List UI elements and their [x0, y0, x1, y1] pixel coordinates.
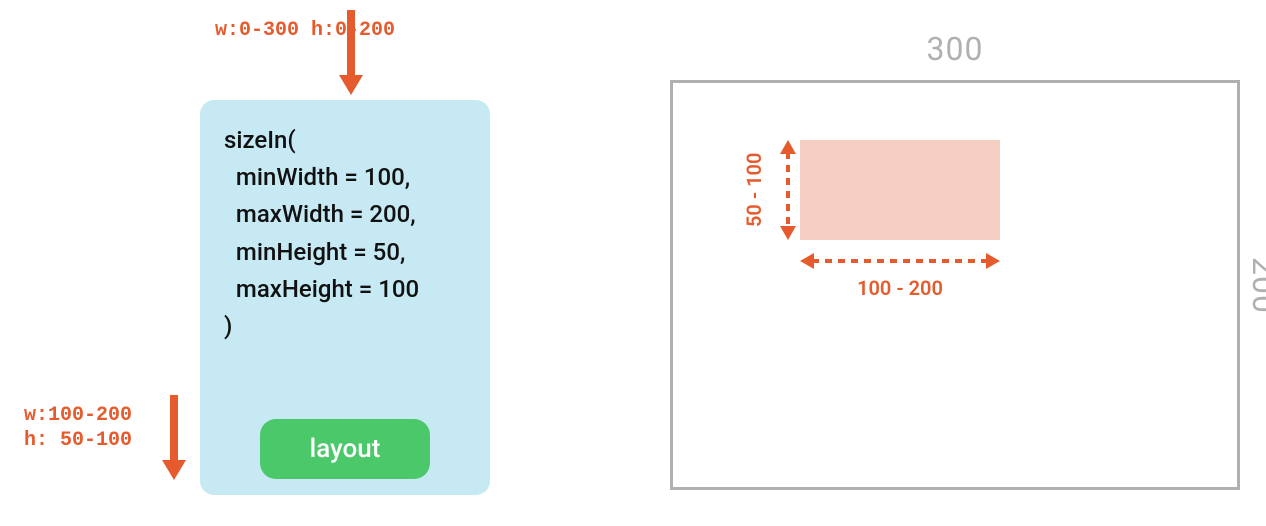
inner-size-box — [800, 140, 1000, 240]
outgoing-constraints-label: w:100-200 h: 50-100 — [24, 403, 132, 453]
incoming-constraints-label: w:0-300 h:0-200 — [215, 18, 395, 43]
outer-height-label: 200 — [1245, 80, 1266, 490]
double-arrow-vertical-icon — [778, 140, 798, 240]
double-arrow-horizontal-icon — [800, 251, 1000, 271]
layout-button[interactable]: layout — [260, 419, 430, 479]
outer-width-label: 300 — [670, 30, 1240, 68]
arrow-down-icon — [336, 10, 366, 95]
inner-height-range-label: 50 - 100 — [742, 140, 766, 240]
sizein-code-card: sizeIn( minWidth = 100, maxWidth = 200, … — [200, 100, 490, 495]
arrow-down-icon — [159, 395, 189, 480]
sizein-code-text: sizeIn( minWidth = 100, maxWidth = 200, … — [224, 122, 470, 345]
inner-width-range-label: 100 - 200 — [800, 276, 1000, 300]
